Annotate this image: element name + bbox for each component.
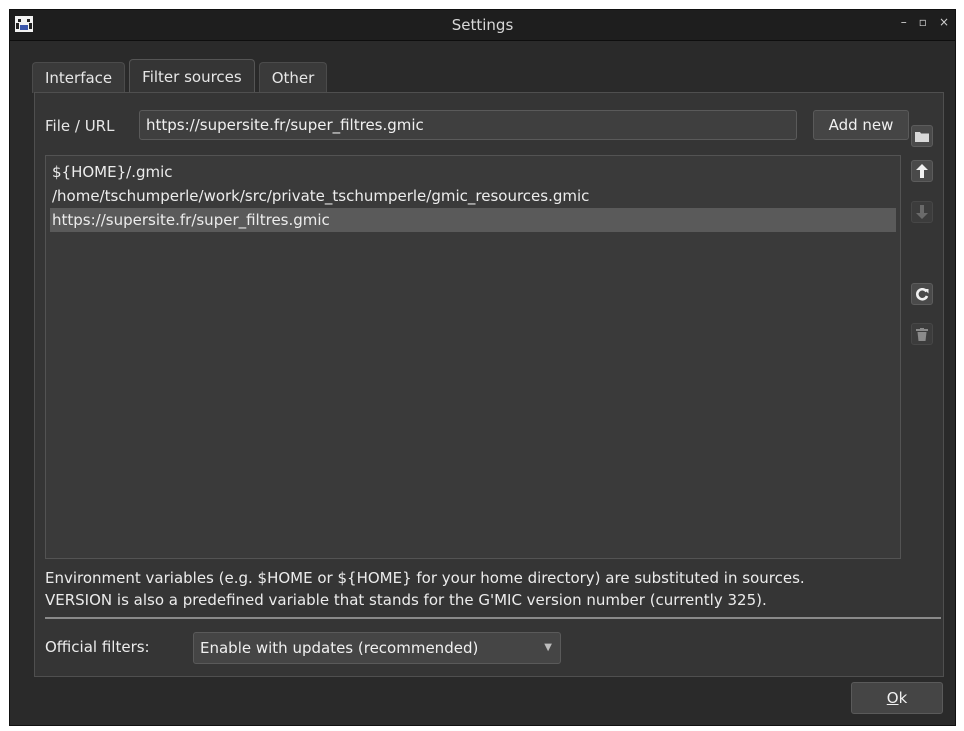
remove-button[interactable] [911,323,933,345]
ok-button[interactable]: Ok [851,682,943,714]
ok-label-rest: k [898,689,908,707]
folder-icon [915,132,929,142]
info-line-2: VERSION is also a predefined variable th… [45,591,767,609]
official-filters-select[interactable]: Enable with updates (recommended) ▼ [193,632,561,664]
tab-filter-sources[interactable]: Filter sources [129,59,255,94]
move-down-button[interactable] [911,201,933,223]
file-url-label: File / URL [45,117,115,135]
trash-icon [916,327,928,341]
close-button[interactable]: × [939,15,949,29]
move-up-button[interactable] [911,160,933,182]
browse-folder-button[interactable] [911,125,933,147]
env-variables-note: Environment variables (e.g. $HOME or ${H… [45,567,945,611]
arrow-down-icon [916,205,928,219]
reload-button[interactable] [911,283,933,305]
reload-icon [915,287,928,300]
tab-bar: Interface Filter sources Other [32,58,328,94]
tab-interface[interactable]: Interface [32,62,126,93]
window-title: Settings [451,16,514,34]
list-item[interactable]: https://supersite.fr/super_filtres.gmic [50,208,896,232]
official-filters-value: Enable with updates (recommended) [200,639,479,657]
arrow-up-icon [916,164,928,178]
separator [45,617,941,619]
settings-window: Settings – ▫ × Interface Filter sources … [9,9,956,726]
filter-sources-panel: File / URL https://supersite.fr/super_fi… [34,92,944,677]
info-line-1: Environment variables (e.g. $HOME or ${H… [45,569,805,587]
title-bar[interactable]: Settings – ▫ × [10,10,955,41]
add-new-button[interactable]: Add new [813,110,909,140]
sources-list[interactable]: ${HOME}/.gmic /home/tschumperle/work/src… [45,155,901,559]
maximize-button[interactable]: ▫ [919,15,927,29]
chevron-down-icon: ▼ [544,642,552,653]
file-url-row: File / URL https://supersite.fr/super_fi… [45,109,935,143]
tab-other[interactable]: Other [258,62,328,93]
ok-mnemonic: O [886,689,899,707]
list-item[interactable]: ${HOME}/.gmic [50,160,896,184]
official-filters-label: Official filters: [45,638,150,656]
list-item[interactable]: /home/tschumperle/work/src/private_tschu… [50,184,896,208]
file-url-input[interactable]: https://supersite.fr/super_filtres.gmic [139,110,797,140]
minimize-button[interactable]: – [901,15,907,29]
window-controls: – ▫ × [901,15,949,29]
